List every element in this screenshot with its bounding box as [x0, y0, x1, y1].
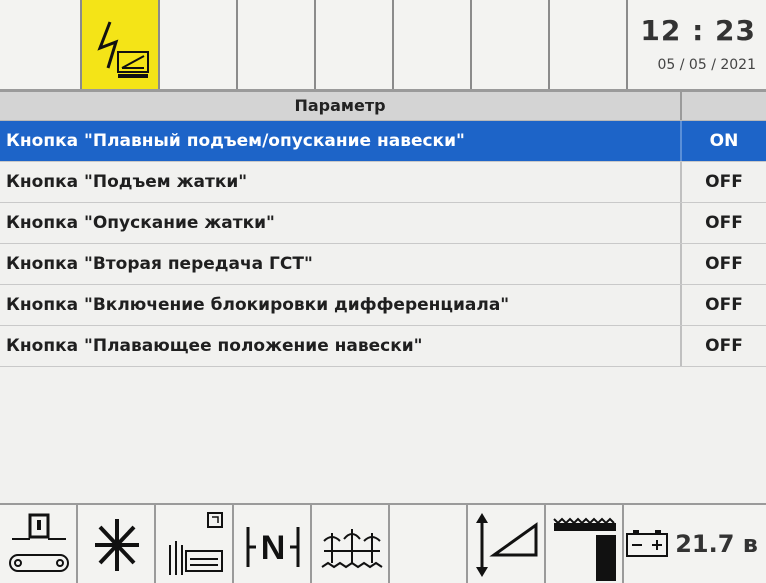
neutral-gear-button[interactable]: N: [234, 505, 312, 583]
parameter-table: Параметр Кнопка "Плавный подъем/опускани…: [0, 92, 766, 367]
table-header: Параметр: [0, 92, 766, 121]
fan-icon: [95, 519, 139, 571]
tab-electrical-diagnostics[interactable]: [82, 0, 160, 90]
table-row[interactable]: Кнопка "Подъем жатки" OFF: [0, 162, 766, 203]
table-row-selected[interactable]: Кнопка "Плавный подъем/опускание навески…: [0, 121, 766, 162]
reel-position-button[interactable]: [546, 505, 624, 583]
row-label: Кнопка "Вторая передача ГСТ": [0, 244, 682, 284]
table-row[interactable]: Кнопка "Плавающее положение навески" OFF: [0, 326, 766, 367]
fan-button[interactable]: [78, 505, 156, 583]
top-slot-empty[interactable]: [0, 0, 82, 90]
row-label: Кнопка "Плавный подъем/опускание навески…: [0, 121, 682, 161]
row-value: OFF: [705, 336, 743, 356]
bottom-slot-empty[interactable]: [390, 505, 468, 583]
terminal-screen: 12 : 23 05 / 05 / 2021 Параметр Кнопка "…: [0, 0, 766, 583]
battery-icon: [626, 530, 669, 557]
bottom-toolbar: N 21.7 в: [0, 505, 766, 583]
battery-voltage: 21.7 в: [675, 530, 758, 558]
header-height-button[interactable]: [468, 505, 546, 583]
top-slot-empty[interactable]: [160, 0, 238, 90]
unloading-icon: [169, 512, 223, 575]
top-slot-empty[interactable]: [472, 0, 550, 90]
conveyor-button[interactable]: [0, 505, 78, 583]
row-value: ON: [709, 131, 739, 151]
table-row[interactable]: Кнопка "Включение блокировки дифференциа…: [0, 285, 766, 326]
neutral-gear-icon: N: [246, 527, 300, 567]
table-row[interactable]: Кнопка "Вторая передача ГСТ" OFF: [0, 244, 766, 285]
top-slot-empty[interactable]: [316, 0, 394, 90]
top-slot-empty[interactable]: [394, 0, 472, 90]
clock-time: 12 : 23: [640, 14, 756, 47]
column-header-value: [682, 92, 766, 120]
header-height-icon: [476, 513, 538, 577]
battery-status: 21.7 в: [624, 505, 766, 583]
column-header-parameter: Параметр: [0, 92, 682, 120]
crop-field-icon: [321, 529, 383, 569]
row-label: Кнопка "Подъем жатки": [0, 162, 682, 202]
clock-panel: 12 : 23 05 / 05 / 2021: [628, 0, 766, 90]
conveyor-icon: [9, 513, 69, 572]
row-value: OFF: [705, 295, 743, 315]
top-slot-empty[interactable]: [238, 0, 316, 90]
row-label: Кнопка "Опускание жатки": [0, 203, 682, 243]
top-toolbar: 12 : 23 05 / 05 / 2021: [0, 0, 766, 90]
top-slot-empty[interactable]: [550, 0, 628, 90]
reel-position-icon: [553, 517, 616, 581]
unloading-button[interactable]: [156, 505, 234, 583]
row-label: Кнопка "Плавающее положение навески": [0, 326, 682, 366]
row-label: Кнопка "Включение блокировки дифференциа…: [0, 285, 682, 325]
crop-field-button[interactable]: [312, 505, 390, 583]
row-value: OFF: [705, 172, 743, 192]
row-value: OFF: [705, 254, 743, 274]
row-value: OFF: [705, 213, 743, 233]
clock-date: 05 / 05 / 2021: [657, 57, 757, 73]
table-row[interactable]: Кнопка "Опускание жатки" OFF: [0, 203, 766, 244]
electrical-diagnostics-icon: [97, 21, 149, 78]
neutral-label: N: [261, 529, 286, 567]
